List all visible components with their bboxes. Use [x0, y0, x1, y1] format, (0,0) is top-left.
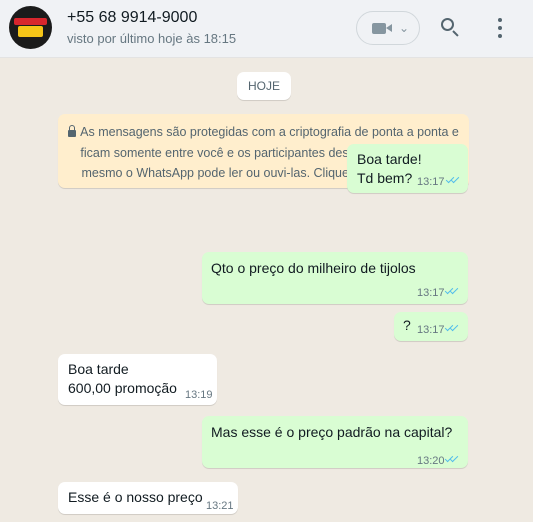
day-separator: HOJE [237, 72, 291, 100]
search-button[interactable] [438, 15, 464, 41]
message-incoming[interactable]: Esse é o nosso preço 13:21 [58, 482, 238, 514]
read-ticks-icon [444, 285, 461, 297]
contact-avatar[interactable] [9, 6, 52, 49]
menu-button[interactable] [492, 15, 508, 41]
message-time: 13:17 [417, 324, 445, 336]
message-time: 13:21 [206, 500, 234, 512]
message-outgoing[interactable]: Qto o preço do milheiro de tijolos 13:17 [202, 252, 468, 304]
read-ticks-icon [445, 174, 462, 186]
message-time: 13:17 [417, 176, 445, 188]
video-camera-icon [372, 23, 386, 34]
search-icon-handle [452, 30, 459, 37]
video-camera-lens [386, 24, 392, 32]
message-text: Mas esse é o preço padrão na capital? [211, 424, 453, 440]
search-icon [441, 18, 454, 31]
message-time: 13:19 [185, 389, 213, 401]
message-time: 13:17 [417, 287, 445, 299]
lock-icon [68, 125, 77, 137]
message-text: ? [403, 317, 411, 333]
message-text: Qto o preço do milheiro de tijolos [211, 260, 416, 276]
message-text: Boa tarde 600,00 promoção [68, 361, 177, 396]
menu-dots-icon [498, 26, 502, 30]
read-ticks-icon [444, 453, 461, 465]
message-time: 13:20 [417, 455, 445, 467]
contact-name[interactable]: +55 68 9914-9000 [67, 9, 197, 27]
message-incoming[interactable]: Boa tarde 600,00 promoção 13:19 [58, 354, 217, 405]
chevron-down-icon: ⌄ [399, 21, 410, 35]
message-outgoing[interactable]: Mas esse é o preço padrão na capital? 13… [202, 416, 468, 468]
conversation-panel[interactable]: HOJE As mensagens são protegidas com a c… [0, 58, 533, 522]
message-text: Esse é o nosso preço [68, 489, 203, 505]
avatar-logo-band [14, 18, 47, 25]
message-outgoing[interactable]: ? 13:17 [394, 312, 468, 341]
read-ticks-icon [444, 322, 461, 334]
message-outgoing[interactable]: Boa tarde! Td bem? 13:17 [347, 144, 468, 193]
last-seen-status: visto por último hoje às 18:15 [67, 31, 237, 46]
video-call-button[interactable]: ⌄ [356, 11, 420, 45]
chat-header: +55 68 9914-9000 visto por último hoje à… [0, 0, 533, 58]
message-text: Boa tarde! Td bem? [357, 151, 422, 186]
avatar-logo-block [18, 26, 43, 37]
menu-dots-icon [498, 18, 502, 22]
menu-dots-icon [498, 34, 502, 38]
